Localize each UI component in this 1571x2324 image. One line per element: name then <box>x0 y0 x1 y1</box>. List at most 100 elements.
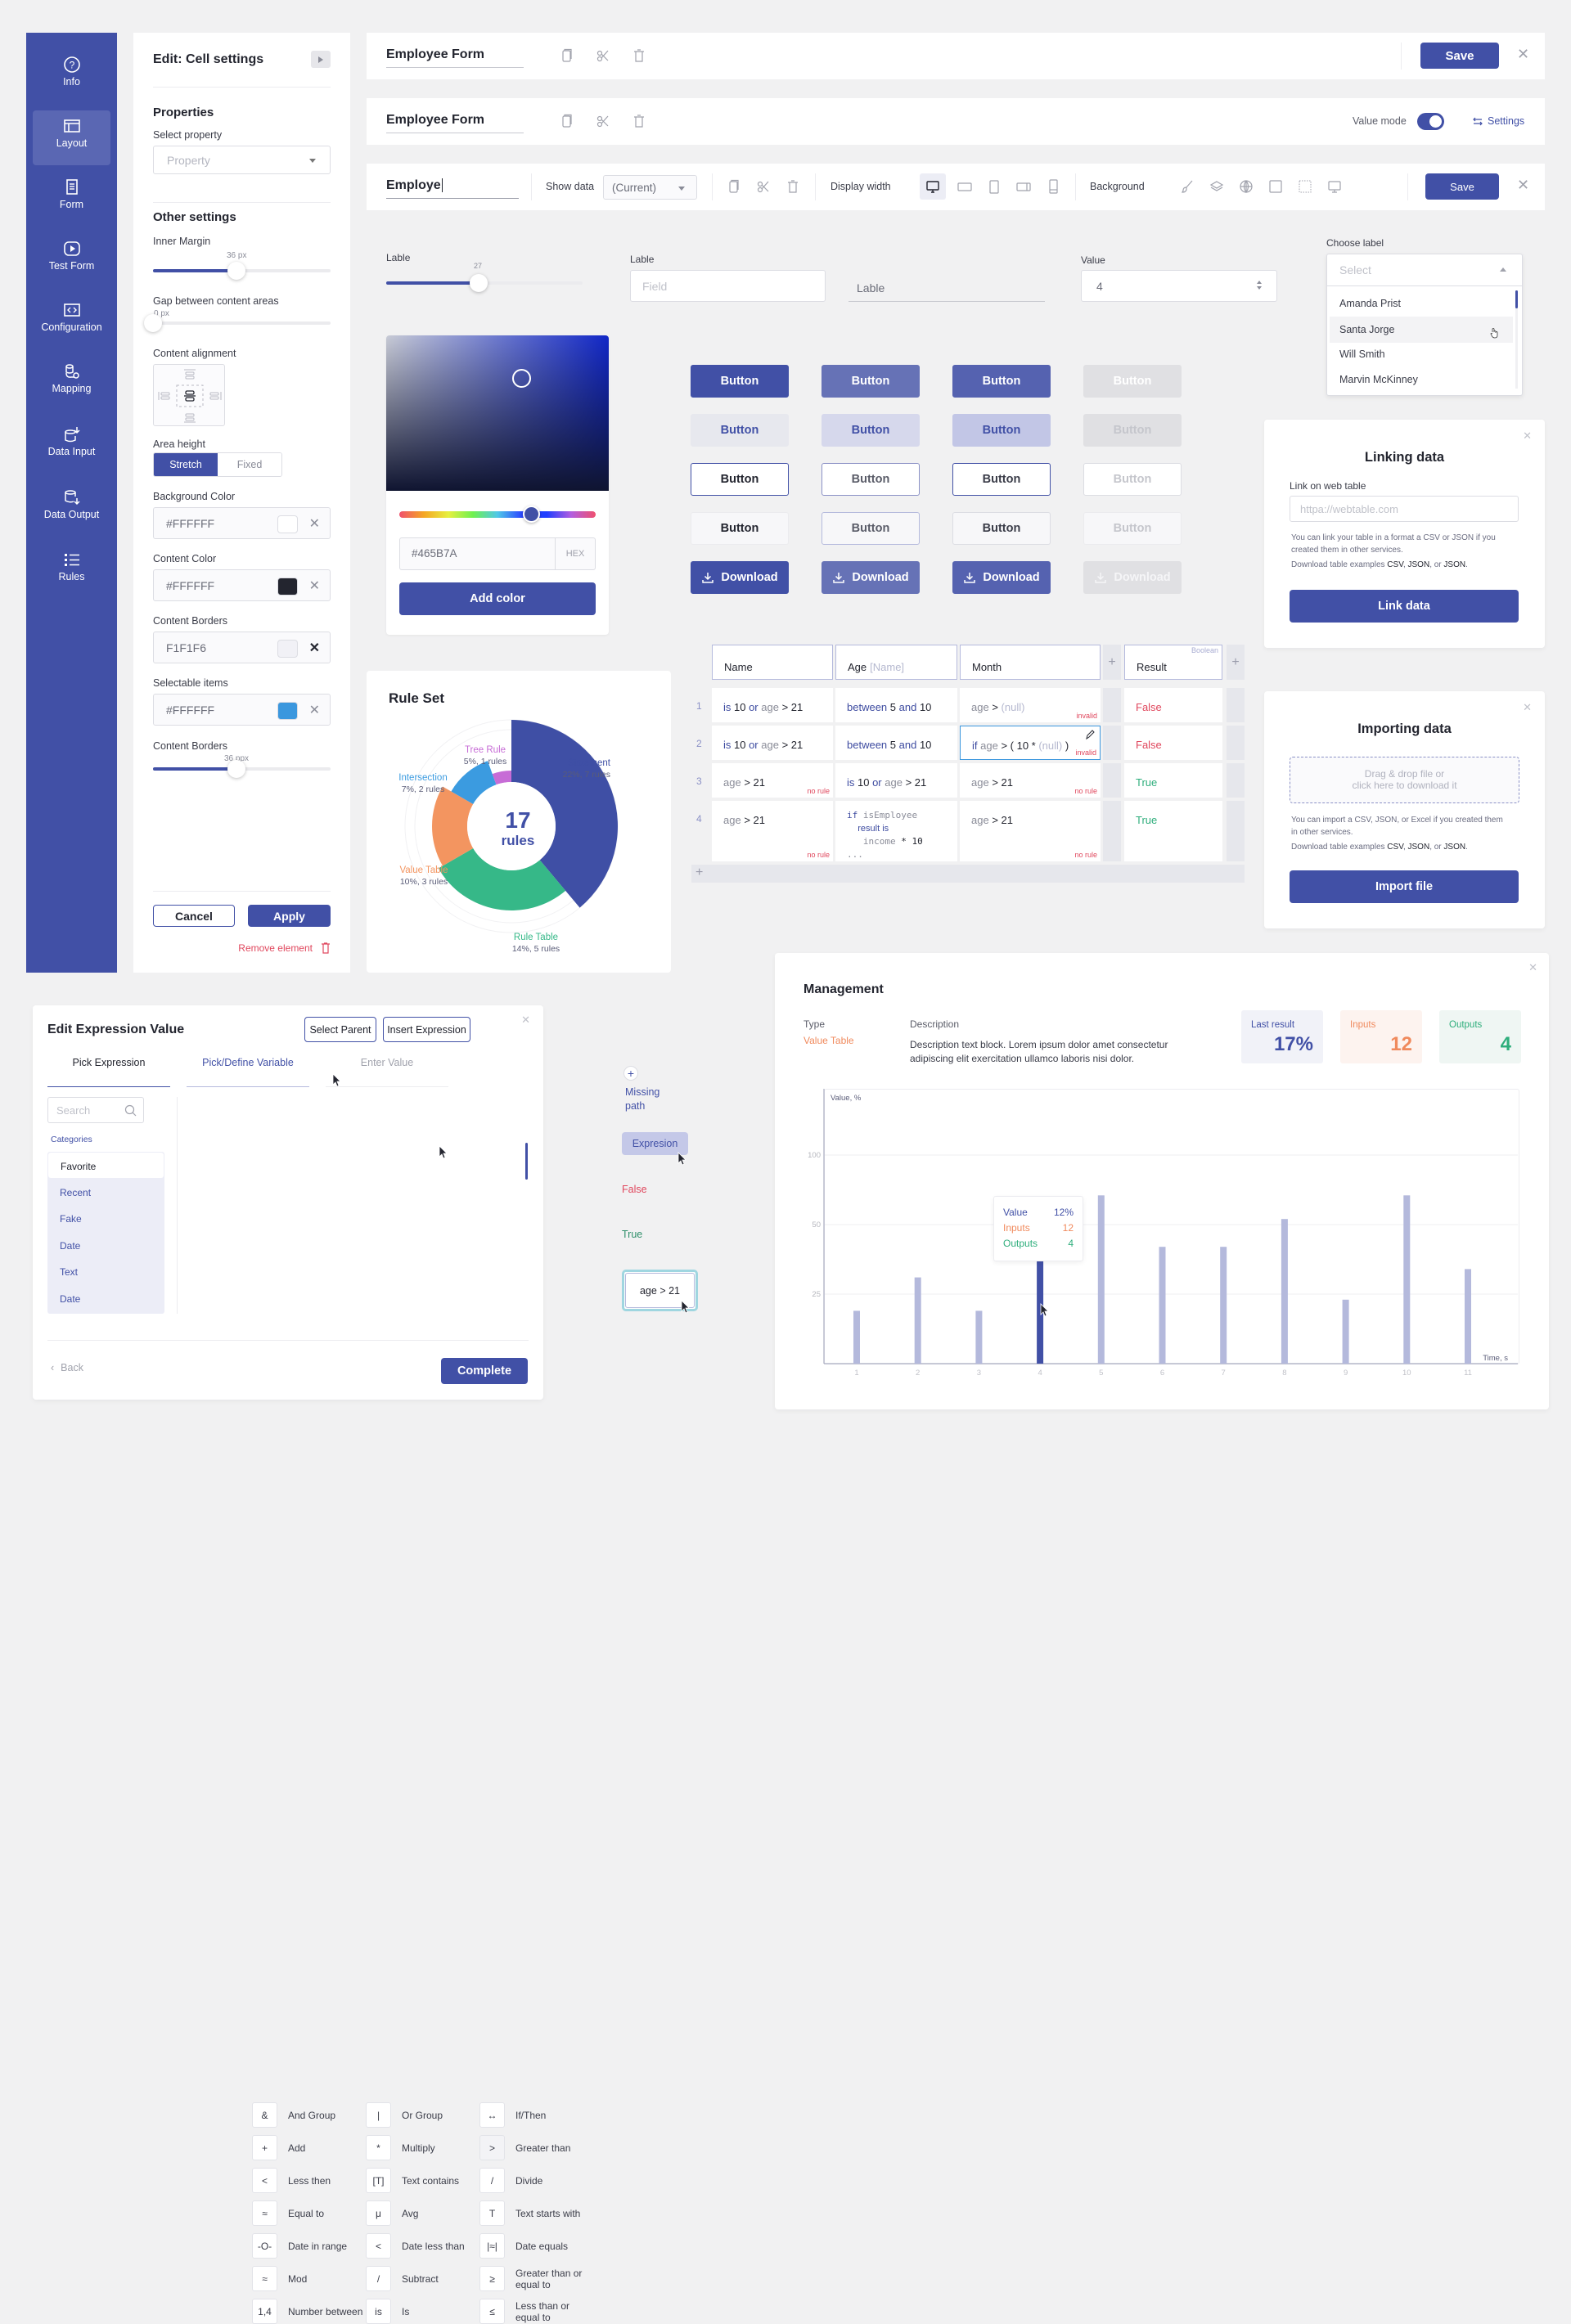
insert-expression-button[interactable]: Insert Expression <box>383 1017 470 1042</box>
category-item[interactable]: Recent <box>47 1179 164 1205</box>
clear-icon[interactable]: ✕ <box>309 578 320 594</box>
add-column-button[interactable]: + <box>1103 645 1121 680</box>
sample-button[interactable]: Button <box>952 512 1051 545</box>
text-field[interactable]: Field <box>630 270 826 302</box>
sample-button[interactable]: Button <box>822 463 920 496</box>
table-cell-month[interactable]: age > (null) invalid <box>960 688 1101 722</box>
sidebar-item-test-form[interactable]: Test Form <box>33 233 110 288</box>
table-cell-month[interactable]: age > 21 no rule <box>960 763 1101 798</box>
table-cell-name[interactable]: age > 21 no rule <box>712 763 833 798</box>
link-url-input[interactable]: httpa://webtable.com <box>1290 496 1519 522</box>
back-link[interactable]: ‹ Back <box>51 1362 83 1373</box>
add-row-plus-icon[interactable]: + <box>695 865 703 880</box>
value-mode-toggle[interactable] <box>1417 113 1444 130</box>
fixed-option[interactable]: Fixed <box>218 453 281 476</box>
layers-icon[interactable] <box>1209 179 1224 194</box>
table-cell-result[interactable]: False <box>1124 726 1222 760</box>
operator-divide[interactable]: / Divide <box>479 2168 594 2193</box>
table-cell-name[interactable]: is 10 or age > 21 <box>712 688 833 722</box>
clear-icon[interactable]: ✕ <box>309 640 320 656</box>
operator-and-group[interactable]: & And Group <box>252 2102 367 2128</box>
clear-icon[interactable]: ✕ <box>309 515 320 532</box>
tablet-landscape-icon[interactable] <box>957 179 972 194</box>
tab-pick-define-variable[interactable]: Pick/Define Variable <box>187 1054 309 1087</box>
close-icon[interactable]: ✕ <box>1517 46 1529 63</box>
dropdown-option-hover[interactable]: Santa Jorge <box>1330 317 1513 343</box>
remove-element-link[interactable]: Remove element <box>238 942 331 954</box>
bar-8[interactable] <box>1281 1219 1288 1364</box>
stretch-option[interactable]: Stretch <box>154 453 218 476</box>
sample-button[interactable]: Button <box>822 365 920 398</box>
operator-add[interactable]: + Add <box>252 2135 367 2160</box>
close-icon[interactable]: ✕ <box>521 1014 530 1027</box>
background-color-field[interactable]: #FFFFFF ✕ <box>153 507 331 539</box>
cancel-button[interactable]: Cancel <box>153 905 235 927</box>
dropdown-option[interactable]: Marvin McKinney <box>1339 374 1418 385</box>
tablet-portrait-icon[interactable] <box>987 179 1002 194</box>
property-select[interactable]: Property <box>153 146 331 174</box>
scissors-icon[interactable] <box>596 48 610 63</box>
column-header-name[interactable]: Name <box>712 645 833 680</box>
content-borders-slider[interactable] <box>153 760 331 778</box>
copy-icon[interactable] <box>727 179 741 194</box>
close-icon[interactable]: ✕ <box>1517 177 1529 194</box>
operator-or-group[interactable]: | Or Group <box>366 2102 480 2128</box>
slider-thumb[interactable] <box>227 760 245 778</box>
select-trigger[interactable]: Select <box>1327 254 1522 286</box>
copy-icon[interactable] <box>560 114 574 128</box>
csv-link[interactable]: CSV <box>1387 560 1403 569</box>
label-slider[interactable] <box>386 274 583 292</box>
slider-thumb[interactable] <box>469 274 488 292</box>
operator-multiply[interactable]: * Multiply <box>366 2135 480 2160</box>
select-parent-button[interactable]: Select Parent <box>304 1017 376 1042</box>
solid-border-icon[interactable] <box>1268 179 1283 194</box>
apply-button[interactable]: Apply <box>248 905 331 927</box>
slider-thumb[interactable] <box>227 262 245 280</box>
download-button[interactable]: Download <box>822 561 920 594</box>
inner-margin-slider[interactable] <box>153 262 331 280</box>
edit-pencil-icon[interactable] <box>1085 729 1095 740</box>
sidebar-item-rules[interactable]: Rules <box>33 544 110 599</box>
operator-greater-than[interactable]: > Greater than <box>479 2135 594 2160</box>
form-title[interactable]: Employee Form <box>386 47 524 68</box>
sample-button[interactable]: Button <box>952 414 1051 447</box>
csv-link[interactable]: CSV <box>1387 843 1403 852</box>
operator-less-than-or-equal-to[interactable]: ≤ Less than or equal to <box>479 2299 594 2324</box>
copy-icon[interactable] <box>560 48 574 63</box>
operator-date-equals[interactable]: |≈| Date equals <box>479 2233 594 2259</box>
trash-icon[interactable] <box>786 179 800 194</box>
sidebar-item-mapping[interactable]: Mapping <box>33 356 110 411</box>
table-cell-age[interactable]: between 5 and 10 <box>835 726 957 760</box>
operator-subtract[interactable]: / Subtract <box>366 2266 480 2291</box>
monitor-icon[interactable] <box>1327 179 1342 194</box>
color-swatch[interactable] <box>277 578 298 596</box>
decrement-icon[interactable] <box>1257 286 1262 290</box>
color-swatch[interactable] <box>277 702 298 720</box>
tab-enter-value[interactable]: Enter Value <box>326 1054 448 1087</box>
slider-thumb[interactable] <box>144 314 162 332</box>
operator-text-contains[interactable]: [T] Text contains <box>366 2168 480 2193</box>
bar-11[interactable] <box>1465 1269 1471 1364</box>
sample-button[interactable]: Button <box>1083 463 1182 496</box>
content-alignment-picker[interactable] <box>153 364 225 426</box>
table-cell-result[interactable]: False <box>1124 688 1222 722</box>
json-link[interactable]: JSON <box>1408 560 1430 569</box>
table-cell-name[interactable]: age > 21 no rule <box>712 801 833 861</box>
content-color-field[interactable]: #FFFFFF ✕ <box>153 569 331 601</box>
gap-slider[interactable] <box>144 314 331 332</box>
bar-3[interactable] <box>975 1310 983 1364</box>
operator-greater-than-or-equal-to[interactable]: ≥ Greater than or equal to <box>479 2266 594 2291</box>
sample-button[interactable]: Button <box>1083 365 1182 398</box>
json-link[interactable]: JSON <box>1443 843 1465 852</box>
operator-date-less-than[interactable]: < Date less than <box>366 2233 480 2259</box>
download-button[interactable]: Download <box>691 561 789 594</box>
dropdown-option[interactable]: Amanda Prist <box>1339 298 1401 309</box>
table-cell-age[interactable]: is 10 or age > 21 <box>835 763 957 798</box>
sidebar-item-data-input[interactable]: Data Input <box>33 419 110 474</box>
trash-icon[interactable] <box>632 114 646 128</box>
column-header-month[interactable]: Month <box>960 645 1101 680</box>
category-item[interactable]: Date <box>47 1232 164 1258</box>
table-cell-result[interactable]: True <box>1124 801 1222 861</box>
link-data-button[interactable]: Link data <box>1290 590 1519 623</box>
sample-button[interactable]: Button <box>952 463 1051 496</box>
